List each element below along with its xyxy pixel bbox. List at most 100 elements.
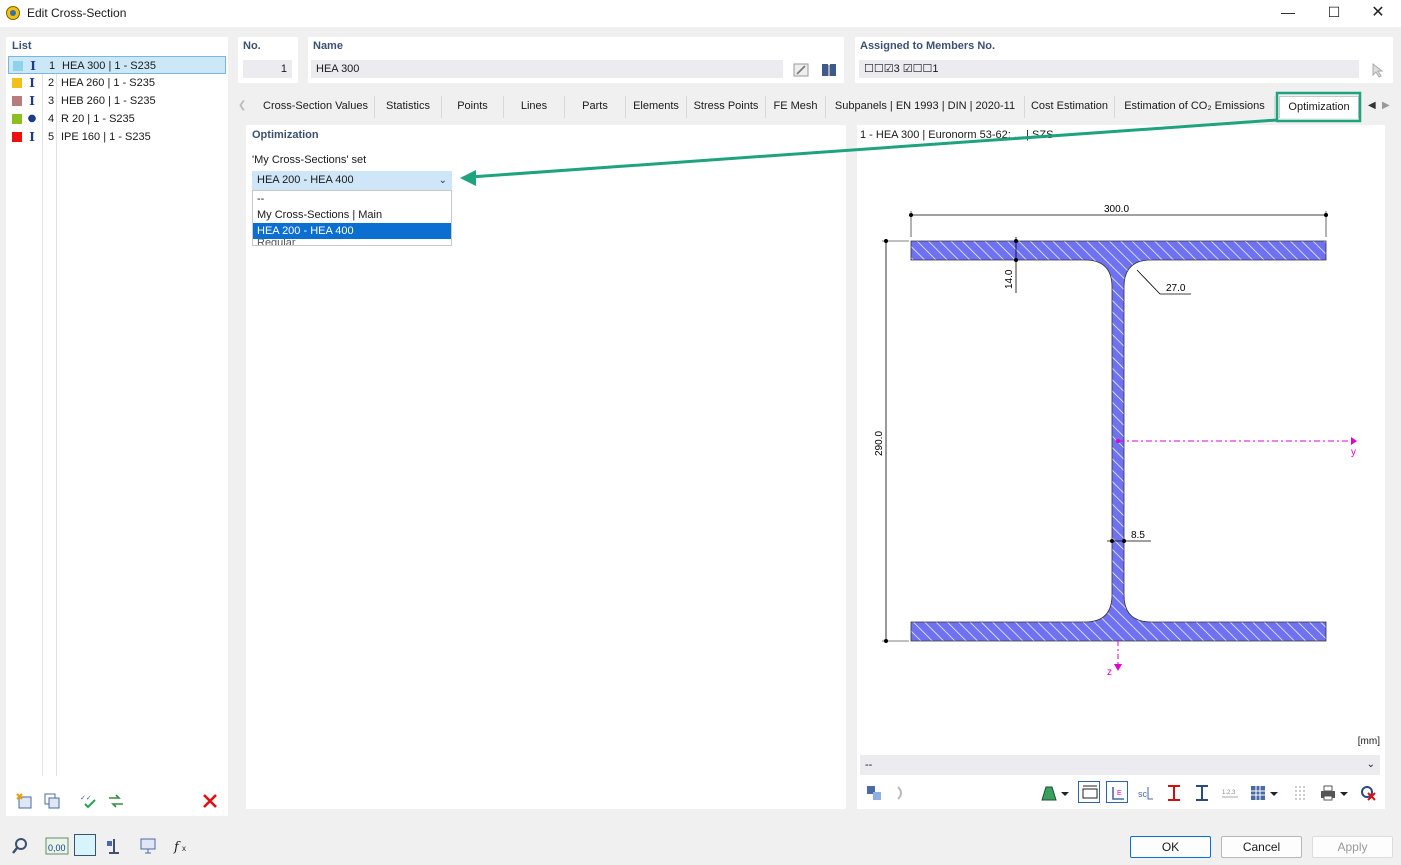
select-members-icon[interactable] — [1366, 58, 1388, 80]
new-section-icon[interactable] — [12, 789, 34, 811]
tab-statistics[interactable]: Statistics — [375, 96, 442, 118]
svg-text:sc: sc — [1138, 789, 1148, 799]
tab-parts[interactable]: Parts — [565, 96, 626, 118]
library-icon[interactable] — [817, 58, 839, 80]
tab-subpanels[interactable]: Subpanels | EN 1993 | DIN | 2020-11 — [826, 96, 1025, 118]
dimension-icon[interactable] — [1078, 781, 1100, 803]
chevron-down-icon: ⌄ — [438, 175, 447, 186]
bottom-toolbar: 0,00 fx — [6, 834, 206, 858]
list-item[interactable]: I 5 IPE 160 | 1 - S235 — [8, 128, 226, 146]
grid-icon[interactable] — [1246, 781, 1268, 803]
I-section-icon: I — [29, 94, 35, 108]
delete-icon[interactable] — [198, 789, 220, 811]
title-bar: Edit Cross-Section — ☐ ✕ — [0, 0, 1401, 27]
assigned-members-field[interactable]: ☐☐☑3 ☑☐☐1 — [859, 60, 1359, 78]
axis-y-label: y — [1351, 447, 1356, 458]
function-icon[interactable]: fx — [170, 834, 192, 856]
axes-icon[interactable]: E — [1106, 781, 1128, 803]
close-button[interactable]: ✕ — [1355, 0, 1401, 27]
window-title: Edit Cross-Section — [27, 6, 127, 20]
display-icon[interactable] — [136, 834, 158, 856]
round-bar-icon: ● — [27, 113, 37, 124]
i-section-red-icon[interactable] — [1162, 781, 1184, 803]
rotate-icon[interactable] — [890, 781, 912, 803]
dropdown-option-selected[interactable]: HEA 200 - HEA 400 — [253, 223, 451, 239]
chevron-down-icon[interactable] — [1266, 781, 1278, 803]
print-icon[interactable] — [1316, 781, 1338, 803]
apply-button[interactable]: Apply — [1312, 836, 1393, 858]
name-field[interactable]: HEA 300 — [311, 60, 783, 78]
svg-text:✓✓: ✓✓ — [80, 795, 92, 802]
number-field[interactable]: 1 — [243, 60, 292, 78]
color-swatch — [12, 132, 22, 142]
list-item[interactable]: I 3 HEB 260 | 1 - S235 — [8, 92, 226, 110]
color-swatch — [12, 78, 22, 88]
chevron-down-icon[interactable] — [1336, 781, 1348, 803]
unit-label: [mm] — [1357, 736, 1380, 747]
i-section-icon[interactable] — [1190, 781, 1212, 803]
svg-text:E: E — [1117, 790, 1122, 797]
list-item[interactable]: I 1 HEA 300 | 1 - S235 — [8, 56, 226, 74]
model-info-icon[interactable] — [102, 834, 124, 856]
color-box-icon[interactable] — [74, 834, 96, 856]
minimize-button[interactable]: — — [1265, 0, 1311, 27]
tab-stress-points[interactable]: Stress Points — [687, 96, 766, 118]
I-section-icon: I — [30, 59, 36, 73]
tab-optimization[interactable]: Optimization — [1279, 96, 1359, 118]
check-used-icon[interactable]: ✓✓ — [76, 789, 98, 811]
tab-scroll-left-arrow-icon[interactable]: ◀ — [1368, 96, 1376, 118]
dropdown-option[interactable]: -- — [253, 191, 451, 207]
optimization-panel: Optimization 'My Cross-Sections' set HEA… — [246, 125, 846, 809]
tab-scroll-right-arrow-icon[interactable]: ▶ — [1382, 96, 1390, 118]
cancel-button[interactable]: Cancel — [1221, 836, 1302, 858]
selected-set: HEA 200 - HEA 400 — [257, 174, 354, 186]
optimization-header: Optimization — [252, 129, 319, 141]
table-icon[interactable] — [1288, 781, 1310, 803]
ok-button[interactable]: OK — [1130, 836, 1211, 858]
list-item[interactable]: ● 4 R 20 | 1 - S235 — [8, 110, 226, 128]
color-swatch — [12, 114, 22, 124]
transform-icon[interactable] — [862, 781, 884, 803]
chevron-down-icon[interactable] — [1057, 781, 1069, 803]
list-panel: List I 1 HEA 300 | 1 - S235 I 2 HEA 260 … — [6, 37, 228, 816]
name-label: Name — [313, 40, 343, 52]
svg-text:x: x — [182, 844, 186, 853]
number-panel: No. 1 — [238, 37, 298, 83]
drawing-options-select[interactable]: -- ⌄ — [860, 755, 1380, 775]
edit-name-icon[interactable] — [789, 58, 811, 80]
copy-section-icon[interactable] — [40, 789, 62, 811]
units-icon[interactable]: 0,00 — [42, 834, 69, 856]
axis-z-label: z — [1107, 667, 1112, 678]
dim-width: 300.0 — [1104, 204, 1129, 215]
tab-scroll-left-icon[interactable]: ❮ — [238, 96, 246, 118]
centroid-icon[interactable]: sc — [1134, 781, 1156, 803]
cross-section-set-select[interactable]: HEA 200 - HEA 400 ⌄ — [252, 171, 452, 190]
numbering-icon[interactable]: 1.2.3 — [1218, 781, 1240, 803]
list-item[interactable]: I 2 HEA 260 | 1 - S235 — [8, 74, 226, 92]
tab-cost-estimation[interactable]: Cost Estimation — [1025, 96, 1115, 118]
tab-fe-mesh[interactable]: FE Mesh — [766, 96, 826, 118]
tab-co2-emissions[interactable]: Estimation of CO₂ Emissions — [1115, 96, 1275, 118]
I-section-icon: I — [29, 76, 35, 90]
cross-section-drawing: 300.0 290.0 14.0 27.0 8.5 y z — [874, 204, 1357, 678]
set-label: 'My Cross-Sections' set — [252, 154, 367, 166]
stress-view-icon[interactable] — [1037, 781, 1059, 803]
assigned-members-panel: Assigned to Members No. ☐☐☑3 ☑☐☐1 — [855, 37, 1393, 83]
reset-view-icon[interactable] — [1356, 781, 1378, 803]
maximize-button[interactable]: ☐ — [1311, 0, 1357, 27]
tab-elements[interactable]: Elements — [626, 96, 687, 118]
svg-text:f: f — [173, 840, 181, 855]
cross-section-list: I 1 HEA 300 | 1 - S235 I 2 HEA 260 | 1 -… — [8, 56, 226, 146]
tab-lines[interactable]: Lines — [504, 96, 565, 118]
cross-section-drawing-panel: 1 - HEA 300 | Euronorm 53-62; ... | SZS … — [857, 125, 1385, 809]
number-label: No. — [243, 40, 261, 52]
name-panel: Name HEA 300 — [308, 37, 844, 83]
dim-flange: 14.0 — [1004, 269, 1015, 289]
tab-cross-section-values[interactable]: Cross-Section Values — [257, 96, 375, 118]
list-toolbar: ✓✓ — [6, 789, 228, 813]
renumber-icon[interactable] — [104, 789, 126, 811]
dropdown-option[interactable]: My Cross-Sections | Main — [253, 207, 451, 223]
tab-points[interactable]: Points — [442, 96, 504, 118]
search-icon[interactable] — [8, 834, 30, 856]
tab-bar: ❮ Cross-Section Values Statistics Points… — [238, 96, 1393, 118]
